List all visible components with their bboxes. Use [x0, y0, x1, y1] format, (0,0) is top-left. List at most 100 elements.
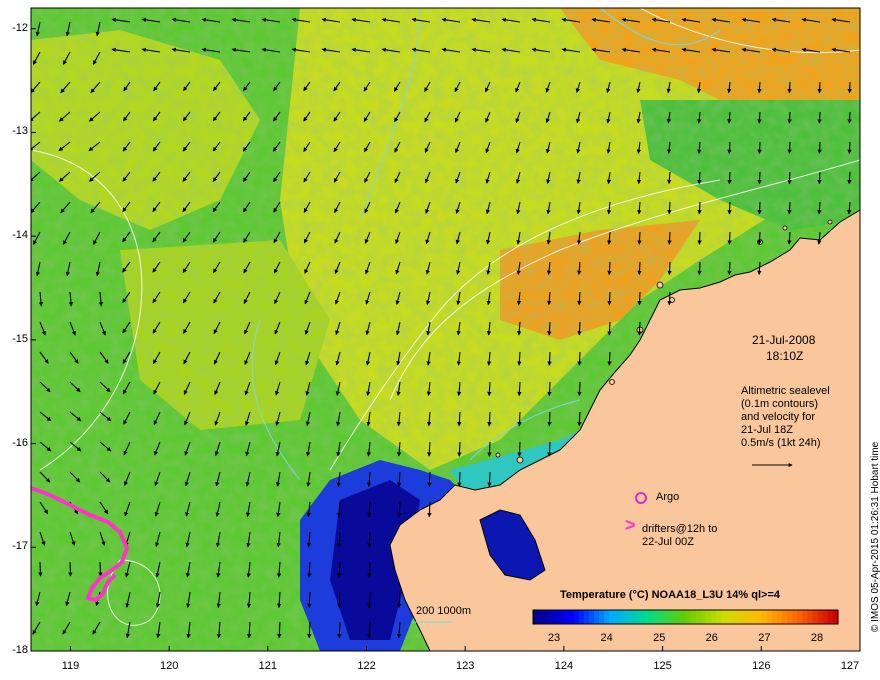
- colorbar-segment: [741, 610, 748, 624]
- drifter-marker-icon: >: [625, 515, 636, 535]
- velocity-arrow: [427, 501, 432, 518]
- colorbar-segment: [553, 610, 560, 624]
- colorbar-segment: [721, 610, 727, 624]
- altimetry-line: (0.1m contours): [741, 398, 819, 410]
- lon-tick-label: 120: [159, 660, 179, 672]
- lat-tick-label: -12: [12, 21, 28, 34]
- velocity-arrow: [517, 411, 522, 427]
- velocity-arrow: [727, 171, 732, 185]
- colorbar-segment: [644, 610, 651, 624]
- altimetry-line: 0.5m/s (1kt 24h): [741, 437, 821, 449]
- colorbar-segment: [588, 610, 595, 624]
- velocity-arrow: [757, 201, 762, 215]
- colorbar-tick-label: 23: [547, 632, 561, 644]
- colorbar-segment: [685, 610, 692, 624]
- colorbar-segment: [827, 610, 834, 624]
- colorbar-segment: [665, 610, 671, 624]
- velocity-arrow: [727, 261, 732, 276]
- date-label: 21-Jul-2008: [752, 333, 816, 347]
- colorbar-tick-label: 27: [758, 632, 771, 644]
- altimetry-line: Altimetric sealevel: [741, 385, 830, 397]
- colorbar-segment: [675, 610, 682, 624]
- velocity-arrow: [577, 381, 582, 397]
- velocity-arrow: [697, 261, 702, 276]
- velocity-arrow: [577, 351, 582, 366]
- velocity-arrow: [667, 291, 672, 306]
- velocity-arrow: [787, 141, 792, 155]
- colorbar-segment: [716, 610, 722, 624]
- colorbar-segment: [578, 610, 585, 624]
- colorbar-segment: [594, 610, 600, 624]
- colorbar-segment: [655, 610, 661, 624]
- altimetry-text: Altimetric sealevel (0.1m contours) and …: [741, 385, 830, 450]
- velocity-arrow: [727, 201, 732, 215]
- velocity-arrow: [817, 111, 822, 124]
- velocity-arrow: [667, 231, 672, 245]
- colorbar-segment: [792, 610, 798, 624]
- velocity-arrow: [487, 441, 492, 457]
- colorbar-tick-label: 26: [705, 632, 718, 644]
- argo-label: Argo: [656, 491, 680, 503]
- lat-tick-label: -13: [12, 125, 28, 138]
- colorbar-tick-label: 28: [810, 632, 824, 644]
- colorbar-segment: [807, 610, 814, 624]
- colorbar-segment: [543, 610, 549, 624]
- velocity-arrow: [817, 81, 822, 94]
- colorbar-segment: [817, 610, 824, 624]
- colorbar-segment: [624, 610, 631, 624]
- colorbar-segment: [599, 610, 605, 624]
- velocity-arrow: [697, 201, 702, 215]
- colorbar-segment: [802, 610, 809, 624]
- colorbar-segment: [746, 610, 753, 624]
- colorbar-segment: [634, 610, 641, 624]
- velocity-arrow: [817, 171, 822, 185]
- colorbar-segment: [639, 610, 646, 624]
- velocity-arrow: [637, 261, 642, 276]
- lon-tick-label: 126: [752, 660, 771, 672]
- colorbar-segment: [609, 610, 615, 624]
- colorbar-segment: [533, 610, 539, 624]
- colorbar-segment: [583, 610, 590, 624]
- velocity-arrow: [487, 471, 492, 488]
- colorbar-segment: [619, 610, 626, 624]
- lat-tick-label: -15: [12, 332, 28, 345]
- colorbar-segment: [736, 610, 743, 624]
- velocity-arrow: [757, 141, 762, 155]
- colorbar-segment: [822, 610, 829, 624]
- velocity-arrow: [68, 561, 73, 577]
- colorbar-segment: [538, 610, 544, 624]
- velocity-arrow: [817, 141, 822, 155]
- colorbar-segment: [766, 610, 773, 624]
- lat-tick-label: -17: [12, 540, 28, 553]
- colorbar-segment: [812, 610, 819, 624]
- colorbar-segment: [782, 610, 788, 624]
- sst-map: [30, 7, 861, 652]
- lon-tick-label: 119: [61, 660, 80, 672]
- colorbar-tick-label: 24: [600, 632, 613, 644]
- colorbar-segment: [700, 610, 707, 624]
- colorbar-segment: [787, 610, 793, 624]
- colorbar-tick-label: 25: [653, 632, 666, 644]
- velocity-arrow: [607, 291, 612, 306]
- colorbar-segment: [705, 610, 712, 624]
- colorbar-segment: [649, 610, 656, 624]
- drifter-line: 22-Jul 00Z: [642, 536, 694, 548]
- colorbar-segment: [751, 610, 758, 624]
- velocity-arrow: [577, 321, 582, 336]
- lat-tick-label: -18: [12, 644, 28, 656]
- lon-tick-label: 124: [554, 660, 574, 672]
- velocity-arrow: [637, 321, 642, 336]
- colorbar-segment: [629, 610, 636, 624]
- colorbar-segment: [680, 610, 687, 624]
- velocity-arrow: [847, 111, 852, 124]
- colorbar-title: Temperature (°C) NOAA18_L3U 14% ql>=4: [560, 589, 780, 601]
- time-label: 18:10Z: [766, 349, 804, 363]
- lat-tick-label: -16: [12, 436, 28, 449]
- velocity-arrow: [547, 351, 552, 366]
- lon-tick-label: 122: [357, 660, 376, 672]
- velocity-arrow: [787, 171, 792, 185]
- colorbar-segment: [568, 610, 575, 624]
- velocity-arrow: [757, 231, 762, 245]
- colorbar-segment: [614, 610, 621, 624]
- velocity-arrow: [637, 291, 642, 306]
